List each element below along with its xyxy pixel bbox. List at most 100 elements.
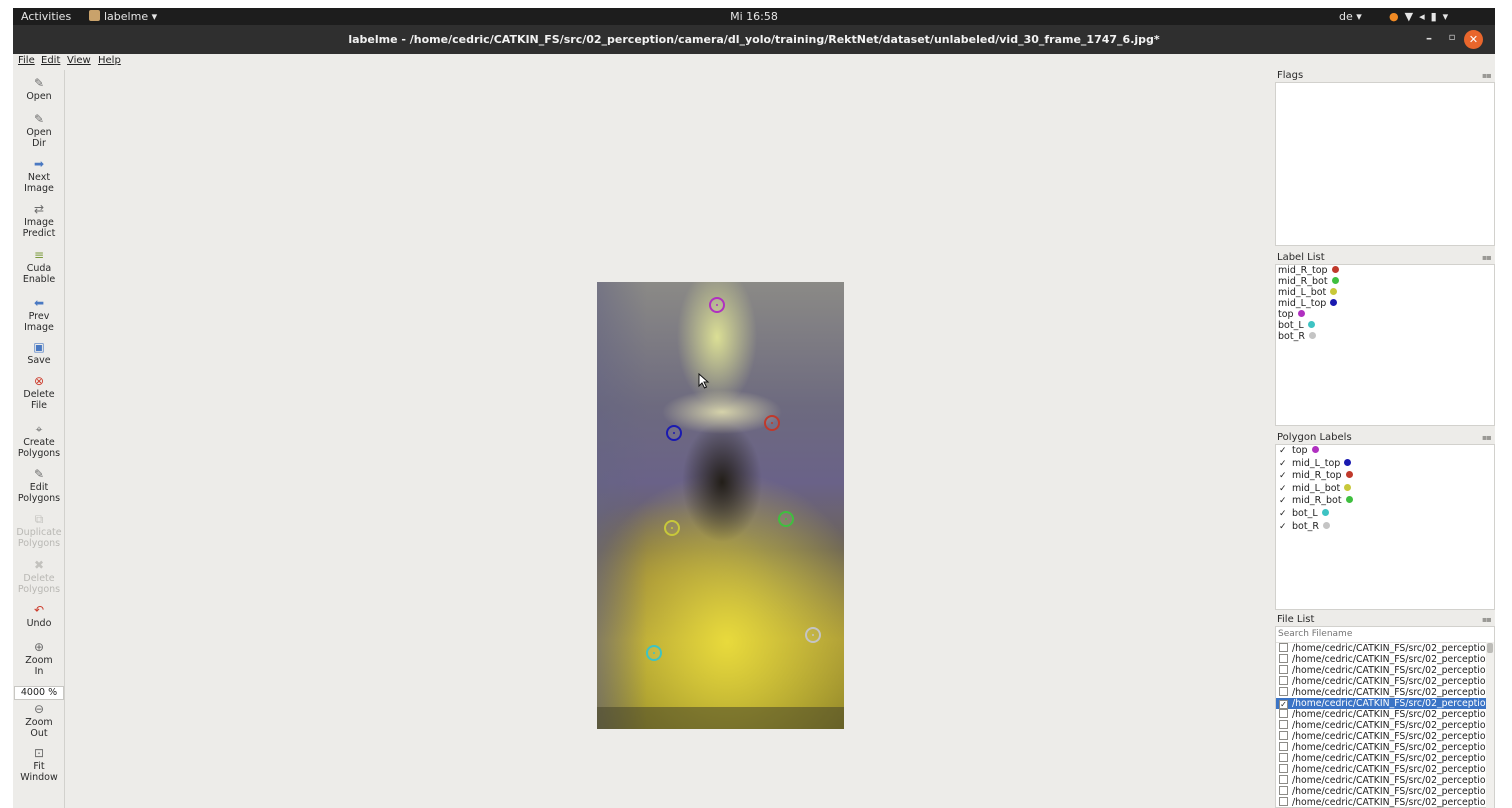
canvas-area[interactable] xyxy=(66,68,1269,808)
language-indicator[interactable]: de ▾ xyxy=(1339,10,1362,23)
label-list-item[interactable]: top xyxy=(1278,309,1305,320)
cuda-enable-label-1: Cuda xyxy=(26,263,52,274)
delete-file-button[interactable]: ⊗ Delete File xyxy=(13,374,65,411)
file-checkbox[interactable] xyxy=(1279,665,1288,674)
file-path: /home/cedric/CATKIN_FS/src/02_perceptio xyxy=(1292,665,1486,676)
maximize-button[interactable]: ▫ xyxy=(1445,31,1459,45)
keypoint-top[interactable] xyxy=(709,297,725,313)
polygon-label-item[interactable]: ✓ mid_R_top xyxy=(1279,470,1353,483)
file-checkbox[interactable] xyxy=(1279,687,1288,696)
keypoint-bot-r[interactable] xyxy=(805,627,821,643)
file-checkbox[interactable] xyxy=(1279,676,1288,685)
file-checkbox[interactable] xyxy=(1279,753,1288,762)
checkmark-icon[interactable]: ✓ xyxy=(1279,495,1289,508)
file-checkbox[interactable] xyxy=(1279,764,1288,773)
file-checkbox[interactable] xyxy=(1279,654,1288,663)
label-list-item[interactable]: mid_R_bot xyxy=(1278,276,1339,287)
file-checkbox[interactable] xyxy=(1279,775,1288,784)
flags-panel[interactable] xyxy=(1275,82,1495,246)
polygon-label-item[interactable]: ✓ top xyxy=(1279,445,1319,458)
checkmark-icon[interactable]: ✓ xyxy=(1279,521,1289,534)
file-checkbox[interactable] xyxy=(1279,742,1288,751)
label-list-item[interactable]: bot_R xyxy=(1278,331,1316,342)
edit-polygons-button[interactable]: ✎ Edit Polygons xyxy=(13,467,65,504)
next-image-button[interactable]: ➡ Next Image xyxy=(13,157,65,194)
menu-file[interactable]: File xyxy=(18,55,35,66)
annotated-image[interactable] xyxy=(597,282,844,729)
polygon-label-item[interactable]: ✓ mid_L_bot xyxy=(1279,483,1352,496)
keypoint-mid-l-top[interactable] xyxy=(666,425,682,441)
file-list-item[interactable]: /home/cedric/CATKIN_FS/src/02_perceptio xyxy=(1276,764,1486,775)
save-button[interactable]: ▣ Save xyxy=(13,340,65,367)
file-list-item[interactable]: /home/cedric/CATKIN_FS/src/02_perceptio xyxy=(1276,742,1486,753)
checkmark-icon[interactable]: ✓ xyxy=(1279,508,1289,521)
file-checkbox[interactable] xyxy=(1279,731,1288,740)
file-checkbox[interactable] xyxy=(1279,643,1288,652)
keypoint-mid-l-bot[interactable] xyxy=(664,520,680,536)
file-list-item[interactable]: /home/cedric/CATKIN_FS/src/02_perceptio xyxy=(1276,786,1486,797)
image-predict-button[interactable]: ⇄ Image Predict xyxy=(13,202,65,239)
label-text: mid_R_bot xyxy=(1278,276,1328,287)
keypoint-mid-r-bot[interactable] xyxy=(778,511,794,527)
file-checkbox[interactable] xyxy=(1279,786,1288,795)
label-list-item[interactable]: mid_L_bot xyxy=(1278,287,1338,298)
checkmark-icon[interactable]: ✓ xyxy=(1279,458,1289,471)
file-list-item[interactable]: /home/cedric/CATKIN_FS/src/02_perceptio xyxy=(1276,687,1486,698)
file-checkbox[interactable] xyxy=(1279,709,1288,718)
undo-button[interactable]: ↶ Undo xyxy=(13,603,65,630)
file-list-item[interactable]: /home/cedric/CATKIN_FS/src/02_perceptio xyxy=(1276,731,1486,742)
file-checkbox[interactable] xyxy=(1279,797,1288,806)
file-list-scrollbar[interactable] xyxy=(1486,642,1494,808)
file-list-item[interactable]: /home/cedric/CATKIN_FS/src/02_perceptio xyxy=(1276,643,1486,654)
clock[interactable]: Mi 16:58 xyxy=(13,10,1495,23)
checkmark-icon[interactable]: ✓ xyxy=(1279,445,1289,458)
file-checkbox[interactable] xyxy=(1279,720,1288,729)
file-list-item[interactable]: /home/cedric/CATKIN_FS/src/02_perceptio xyxy=(1276,797,1486,808)
file-list-item[interactable]: ✓ /home/cedric/CATKIN_FS/src/02_perceptio xyxy=(1276,698,1486,709)
system-tray[interactable]: ●▼◂▮▾ xyxy=(1389,10,1454,23)
label-color-dot xyxy=(1321,509,1329,516)
file-list-item[interactable]: /home/cedric/CATKIN_FS/src/02_perceptio xyxy=(1276,676,1486,687)
duplicate-polygons-button[interactable]: ⧉ Duplicate Polygons xyxy=(13,512,65,549)
zoom-out-button[interactable]: ⊖ Zoom Out xyxy=(13,702,65,739)
cuda-enable-button[interactable]: ≡ Cuda Enable xyxy=(13,248,65,285)
dock-float-icon[interactable]: ▪▪ xyxy=(1482,253,1492,262)
menu-help[interactable]: Help xyxy=(98,55,121,66)
zoom-value-field[interactable]: 4000 % xyxy=(14,686,64,700)
polygon-label-item[interactable]: ✓ mid_L_top xyxy=(1279,458,1352,471)
polygon-label-item[interactable]: ✓ bot_L xyxy=(1279,508,1329,521)
delete-polygons-button[interactable]: ✖ Delete Polygons xyxy=(13,558,65,595)
file-list-item[interactable]: /home/cedric/CATKIN_FS/src/02_perceptio xyxy=(1276,775,1486,786)
scrollbar-thumb[interactable] xyxy=(1487,643,1493,653)
file-list-item[interactable]: /home/cedric/CATKIN_FS/src/02_perceptio xyxy=(1276,654,1486,665)
label-list-item[interactable]: bot_L xyxy=(1278,320,1315,331)
file-list-item[interactable]: /home/cedric/CATKIN_FS/src/02_perceptio xyxy=(1276,720,1486,731)
open-dir-button[interactable]: ✎ Open Dir xyxy=(13,112,65,149)
create-polygons-button[interactable]: ⌖ Create Polygons xyxy=(13,422,65,459)
fit-window-button[interactable]: ⊡ Fit Window xyxy=(13,746,65,783)
menu-view[interactable]: View xyxy=(67,55,91,66)
keypoint-bot-l[interactable] xyxy=(646,645,662,661)
menu-edit[interactable]: Edit xyxy=(41,55,60,66)
zoom-in-button[interactable]: ⊕ Zoom In xyxy=(13,640,65,677)
search-filename-input[interactable] xyxy=(1277,628,1493,640)
label-list-item[interactable]: mid_R_top xyxy=(1278,265,1339,276)
checkmark-icon[interactable]: ✓ xyxy=(1279,470,1289,483)
keypoint-mid-r-top[interactable] xyxy=(764,415,780,431)
file-checkbox[interactable]: ✓ xyxy=(1279,700,1288,709)
file-list-item[interactable]: /home/cedric/CATKIN_FS/src/02_perceptio xyxy=(1276,753,1486,764)
file-list-item[interactable]: /home/cedric/CATKIN_FS/src/02_perceptio xyxy=(1276,665,1486,676)
close-button[interactable]: ✕ xyxy=(1464,30,1483,49)
file-list-item[interactable]: /home/cedric/CATKIN_FS/src/02_perceptio xyxy=(1276,709,1486,720)
dock-float-icon[interactable]: ▪▪ xyxy=(1482,433,1492,442)
open-button[interactable]: ✎ Open xyxy=(13,76,65,103)
dock-float-icon[interactable]: ▪▪ xyxy=(1482,615,1492,624)
label-list-item[interactable]: mid_L_top xyxy=(1278,298,1338,309)
dock-float-icon[interactable]: ▪▪ xyxy=(1482,71,1492,80)
prev-image-button[interactable]: ⬅ Prev Image xyxy=(13,296,65,333)
polygon-label-item[interactable]: ✓ mid_R_bot xyxy=(1279,495,1353,508)
label-color-dot xyxy=(1344,483,1352,491)
minimize-button[interactable]: – xyxy=(1422,31,1436,45)
polygon-label-item[interactable]: ✓ bot_R xyxy=(1279,521,1330,534)
checkmark-icon[interactable]: ✓ xyxy=(1279,483,1289,496)
